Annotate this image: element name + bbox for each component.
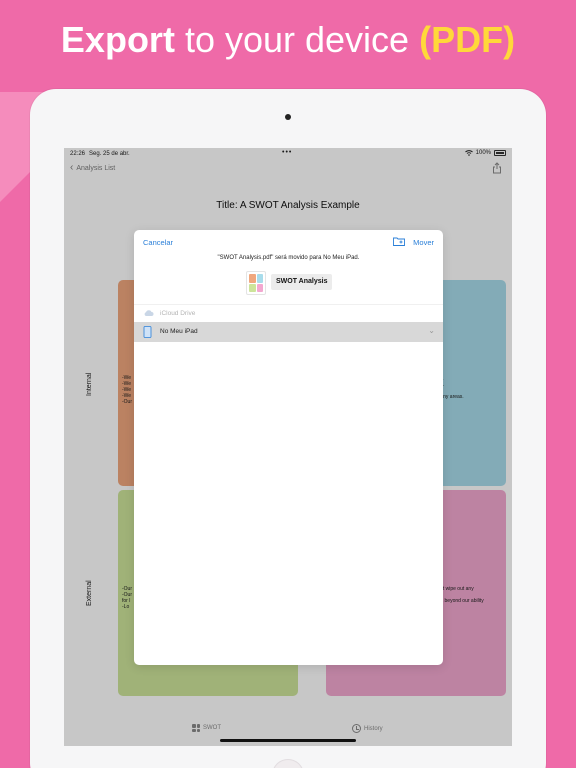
location-row-ipad[interactable]: No Meu iPad ⌄ <box>134 322 443 342</box>
new-folder-icon[interactable] <box>393 237 405 246</box>
chevron-down-icon[interactable]: ⌄ <box>428 326 435 335</box>
home-indicator[interactable] <box>220 739 356 742</box>
sheet-toolbar: Cancelar Mover <box>134 230 443 250</box>
cloud-icon <box>144 310 154 316</box>
location-label: iCloud Drive <box>160 310 196 317</box>
headline-accent: (PDF) <box>419 19 516 60</box>
file-name-field[interactable]: SWOT Analysis <box>271 274 333 290</box>
cancel-button[interactable]: Cancelar <box>143 238 173 247</box>
headline-light: to your device <box>184 19 410 60</box>
ipad-icon <box>143 326 152 338</box>
headline: Export to your device (PDF) <box>0 18 576 62</box>
move-button[interactable]: Mover <box>413 238 434 247</box>
home-button[interactable] <box>272 759 304 768</box>
location-label: No Meu iPad <box>160 328 198 335</box>
move-file-sheet: Cancelar Mover "SWOT Analysis.pdf" será … <box>134 230 443 665</box>
camera <box>285 114 291 120</box>
ipad-frame: 22:26 Seg. 25 de abr. ••• 100% ‹ Analysi… <box>30 89 546 768</box>
move-message: "SWOT Analysis.pdf" será movido para No … <box>217 255 360 261</box>
file-thumbnail <box>246 271 266 295</box>
headline-bold: Export <box>60 19 175 60</box>
location-row-icloud: iCloud Drive <box>134 304 443 322</box>
ipad-screen: 22:26 Seg. 25 de abr. ••• 100% ‹ Analysi… <box>64 148 512 746</box>
